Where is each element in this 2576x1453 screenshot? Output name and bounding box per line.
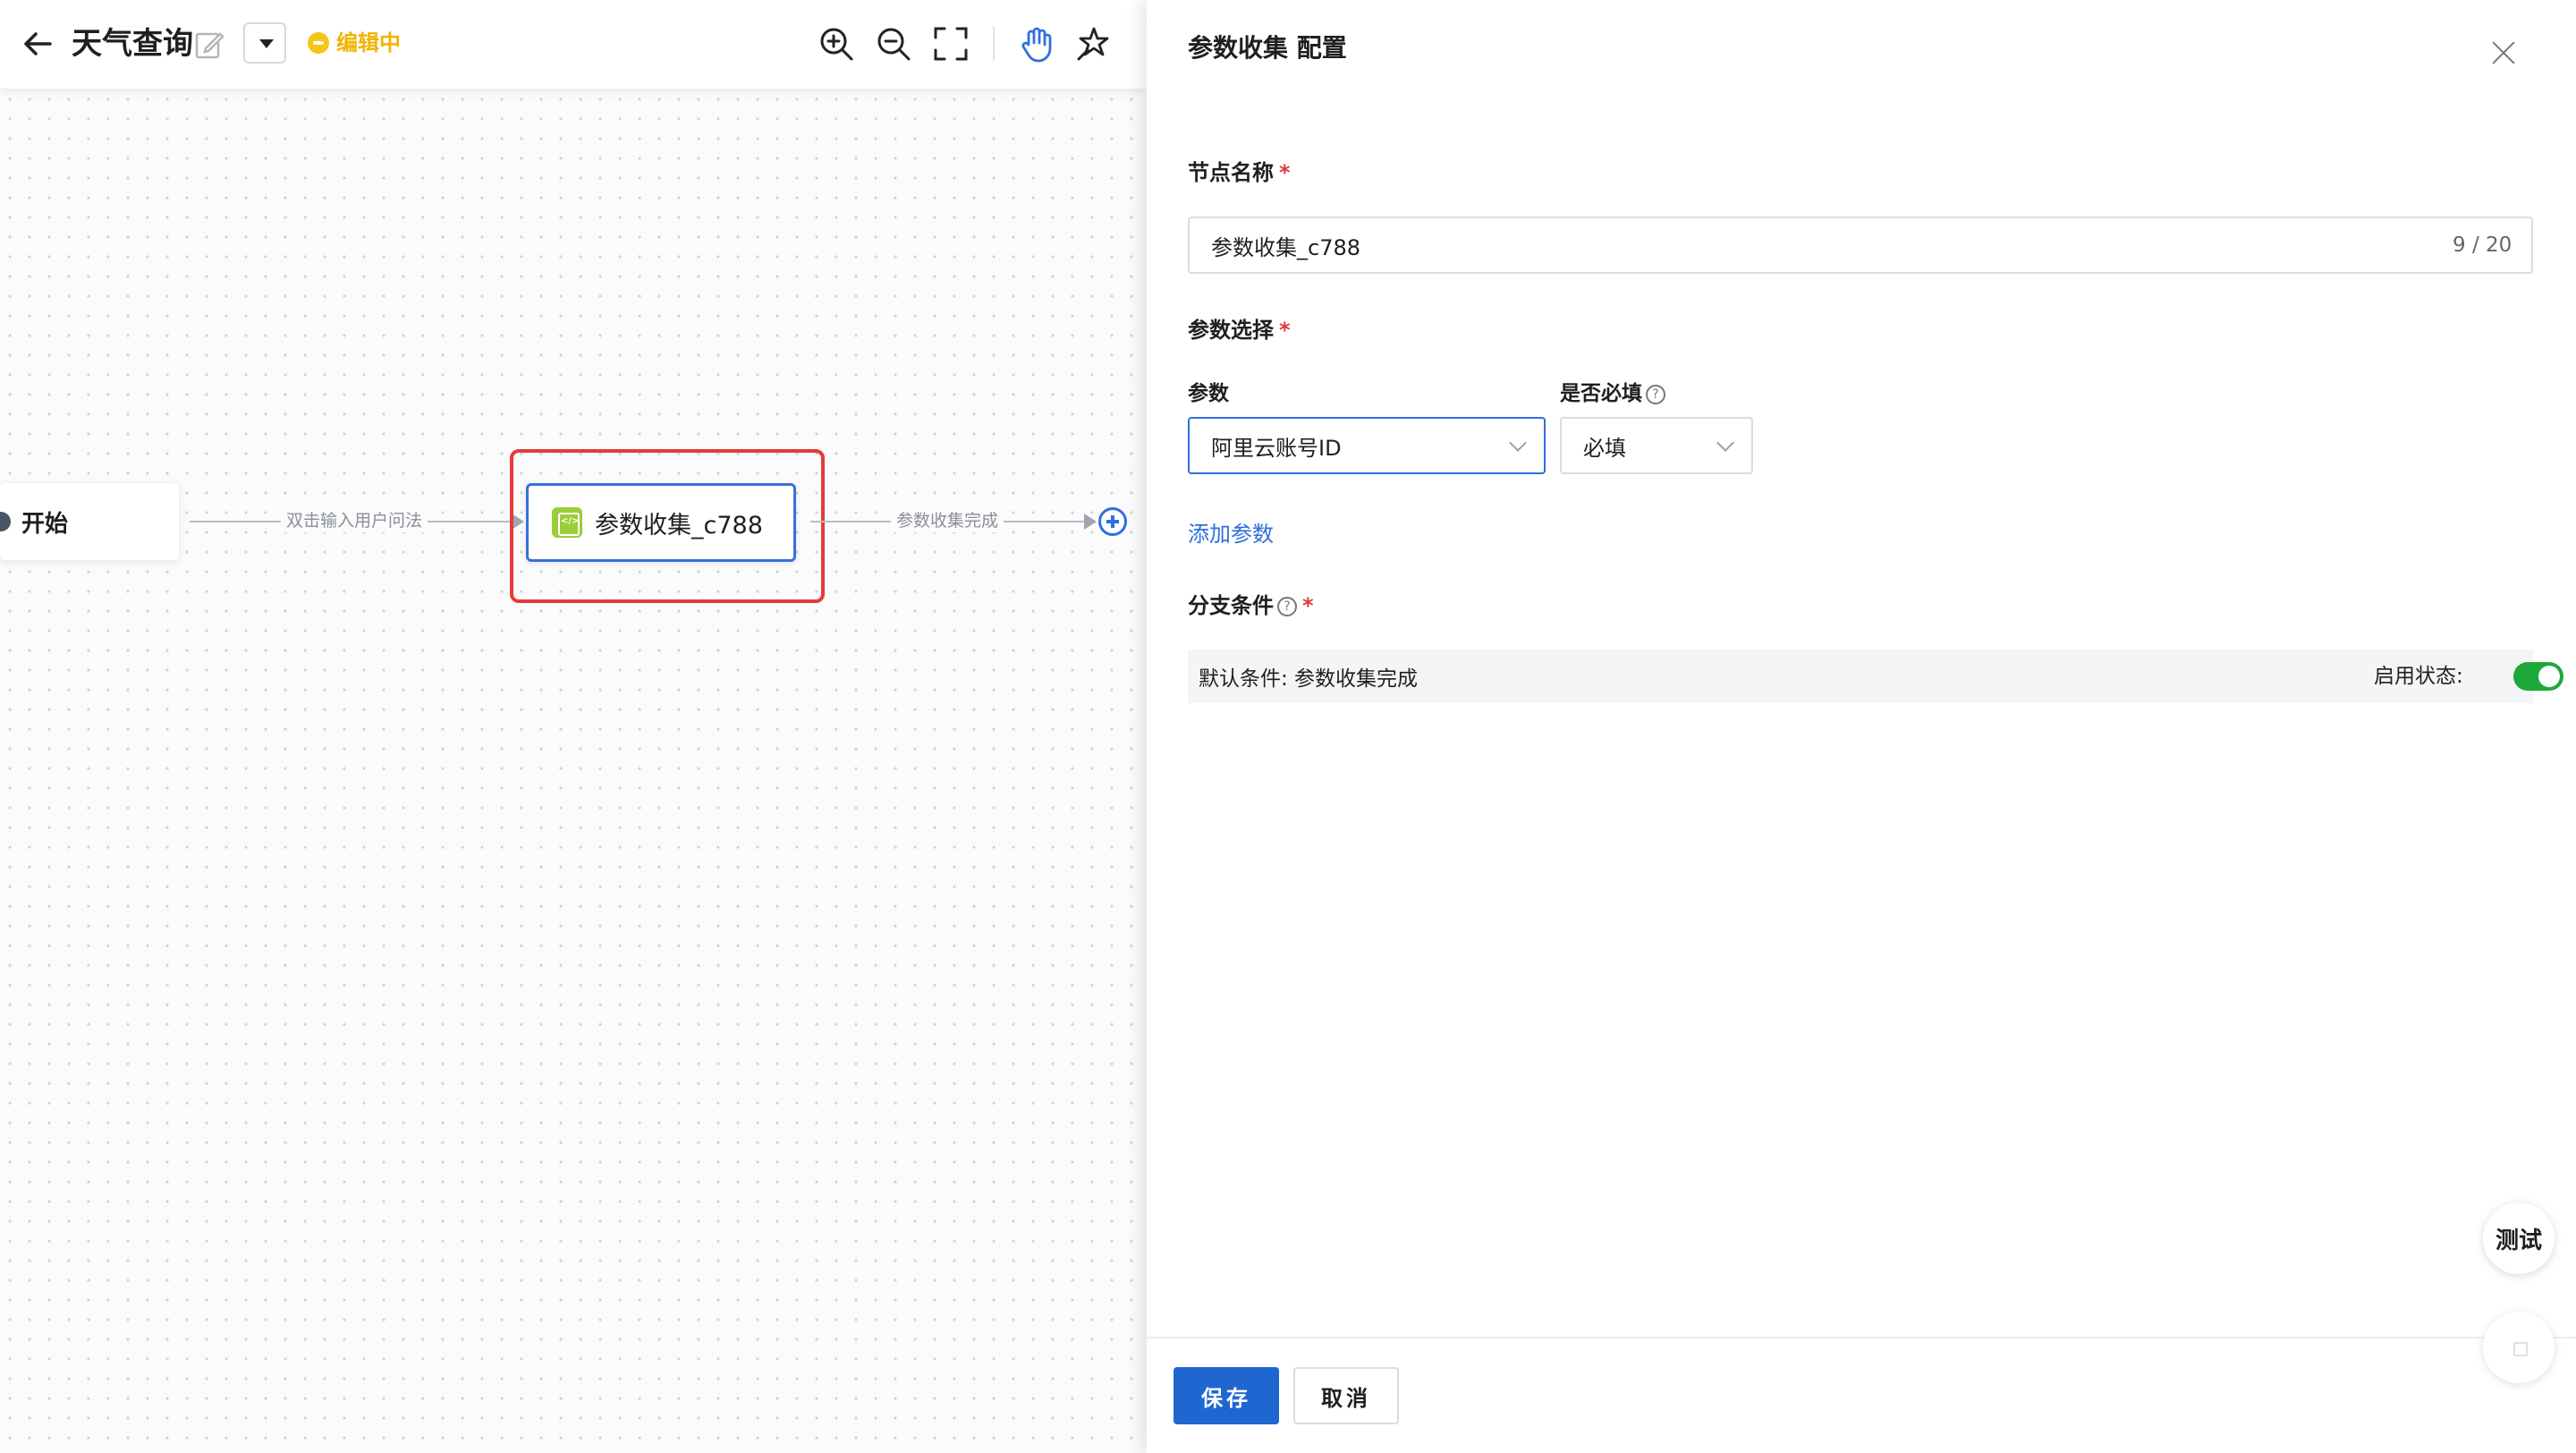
required-column-label: 是否必填? [1560, 379, 1665, 408]
edge-arrow-icon [1084, 514, 1097, 530]
edge-label-collected[interactable]: 参数收集完成 [891, 509, 1004, 532]
title-dropdown-button[interactable] [243, 22, 286, 64]
param-select-label-text: 参数选择 [1188, 318, 1274, 343]
hand-pan-icon[interactable] [1016, 23, 1057, 64]
required-select-value: 必填 [1583, 435, 1626, 461]
help-icon[interactable]: ? [1646, 384, 1665, 404]
add-param-link[interactable]: 添加参数 [1188, 519, 1274, 549]
back-arrow-icon[interactable] [18, 23, 59, 64]
code-node-icon [552, 507, 582, 538]
param-select-value: 阿里云账号ID [1211, 435, 1342, 461]
chevron-down-icon [1716, 434, 1734, 452]
branch-condition-label: 分支条件? * [1188, 591, 1314, 621]
param-select[interactable]: 阿里云账号ID [1188, 417, 1546, 474]
help-icon[interactable]: ? [1277, 597, 1297, 616]
fit-screen-icon[interactable] [930, 23, 971, 64]
start-node[interactable]: 开始 [0, 483, 179, 560]
required-select[interactable]: 必填 [1560, 417, 1753, 474]
enable-toggle[interactable] [2513, 662, 2563, 691]
node-name-input[interactable] [1188, 217, 2533, 274]
test-button[interactable]: 测试 [2483, 1202, 2555, 1274]
required-asterisk: * [1302, 593, 1314, 618]
config-panel: 参数收集 配置 节点名称* 9 / 20 参数选择* 参数 是否必填? 阿里云账… [1147, 0, 2576, 1453]
param-collect-node[interactable]: 参数收集_c788 [526, 483, 796, 562]
status-icon [308, 32, 329, 54]
enable-status-label: 启用状态: [2374, 665, 2463, 688]
required-column-label-text: 是否必填 [1560, 382, 1642, 405]
required-asterisk: * [1279, 160, 1291, 185]
edit-status-badge: 编辑中 [308, 27, 401, 59]
param-column-label: 参数 [1188, 382, 1229, 405]
node-name-label-text: 节点名称 [1188, 160, 1274, 185]
auto-layout-icon[interactable] [1073, 23, 1114, 64]
edit-title-icon[interactable] [193, 29, 225, 61]
close-icon[interactable] [2488, 38, 2519, 68]
assistant-float-icon[interactable] [2483, 1312, 2555, 1383]
zoom-out-icon[interactable] [873, 23, 914, 64]
footer-divider [1147, 1337, 2576, 1338]
param-select-label: 参数选择 * [1188, 315, 1291, 345]
default-condition-text: 默认条件: 参数收集完成 [1199, 667, 1419, 691]
edge-label-user-query[interactable]: 双击输入用户问法 [281, 509, 428, 532]
chevron-down-icon [1509, 434, 1527, 452]
branch-label-text: 分支条件 [1188, 593, 1274, 618]
default-condition-row: 默认条件: 参数收集完成 启用状态: [1188, 650, 2563, 703]
toolbar-divider [993, 27, 995, 61]
zoom-in-icon[interactable] [816, 23, 857, 64]
param-node-label: 参数收集_c788 [595, 511, 763, 540]
save-button[interactable]: 保存 [1174, 1367, 1279, 1424]
editor-toolbar: 天气查询 编辑中 [0, 0, 1147, 89]
start-node-icon [0, 512, 11, 531]
char-count: 9 / 20 [2453, 234, 2512, 257]
cancel-button[interactable]: 取消 [1293, 1367, 1399, 1424]
flow-title: 天气查询 [72, 26, 193, 62]
node-name-label: 节点名称 * [1188, 157, 1291, 188]
add-node-plus-icon[interactable] [1098, 507, 1127, 536]
status-text: 编辑中 [336, 30, 401, 55]
panel-title: 参数收集 配置 [1188, 33, 1347, 63]
flow-canvas[interactable] [0, 89, 1147, 1453]
start-node-label: 开始 [21, 510, 69, 538]
required-asterisk: * [1279, 318, 1291, 343]
